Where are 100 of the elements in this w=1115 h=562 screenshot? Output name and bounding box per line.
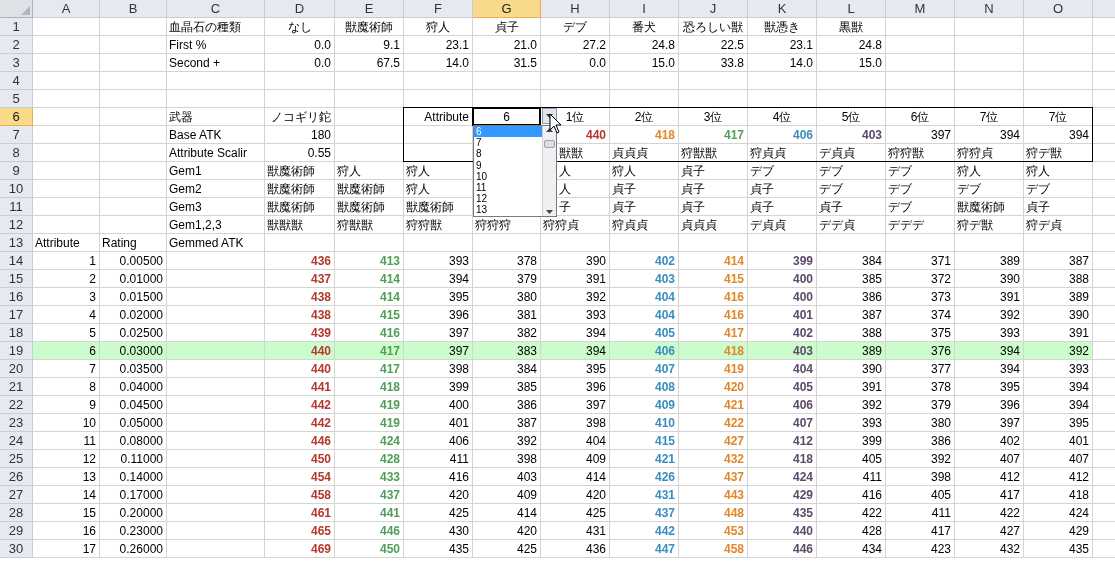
row-header[interactable]: 28 [0, 504, 33, 522]
row-header[interactable]: 12 [0, 216, 33, 234]
table-cell-text: 420 [516, 522, 537, 540]
column-header[interactable]: N [955, 0, 1024, 18]
row-header[interactable]: 21 [0, 378, 33, 396]
table-cell-text: 0.02500 [119, 324, 163, 342]
row-header[interactable]: 20 [0, 360, 33, 378]
table-cell-text: デブ [888, 198, 912, 216]
row-header[interactable]: 3 [0, 54, 33, 72]
empty-cell [955, 18, 1024, 36]
table-cell-text: 417 [930, 522, 951, 540]
column-header[interactable]: A [33, 0, 100, 18]
table-cell-text: Attribute Scalir [169, 144, 248, 162]
table-cell-text: 381 [516, 306, 537, 324]
table-cell-text: 貞子 [681, 180, 705, 198]
dropdown-option[interactable]: 8 [474, 148, 542, 160]
table-cell-text: 0.04500 [119, 396, 163, 414]
dropdown-option[interactable]: 12 [474, 193, 542, 205]
row-header[interactable]: 22 [0, 396, 33, 414]
row-header[interactable]: 4 [0, 72, 33, 90]
column-header[interactable]: J [679, 0, 748, 18]
table-cell-text: 獣魔術師 [267, 162, 315, 180]
column-header[interactable]: B [100, 0, 167, 18]
dropdown-option[interactable]: 7 [474, 137, 542, 149]
table-cell-text: 418 [792, 450, 813, 468]
row-header[interactable]: 2 [0, 36, 33, 54]
row-header[interactable]: 17 [0, 306, 33, 324]
empty-cell [1024, 36, 1093, 54]
row-header[interactable]: 29 [0, 522, 33, 540]
column-header[interactable]: E [335, 0, 404, 18]
scroll-thumb[interactable] [544, 139, 555, 148]
active-cell[interactable]: 6 [472, 107, 541, 126]
row-header[interactable]: 19 [0, 342, 33, 360]
row-header[interactable]: 10 [0, 180, 33, 198]
row-header[interactable]: 24 [0, 432, 33, 450]
column-header[interactable]: O [1024, 0, 1093, 18]
table-cell-text: 413 [379, 252, 400, 270]
corner-triangle-icon [21, 6, 30, 15]
table-cell-text: 397 [999, 414, 1020, 432]
dropdown-option[interactable]: 13 [474, 204, 542, 216]
row-header[interactable]: 6 [0, 108, 33, 126]
table-cell-text: 440 [310, 360, 331, 378]
table-cell-text: 0.01500 [119, 288, 163, 306]
dropdown-list[interactable]: 6 7 8 9 10 11 12 13 [473, 125, 557, 217]
row-header[interactable]: 7 [0, 126, 33, 144]
row-header[interactable]: 30 [0, 540, 33, 558]
table-cell-text: 392 [1068, 342, 1089, 360]
row-header[interactable]: 13 [0, 234, 33, 252]
row-header[interactable]: 5 [0, 90, 33, 108]
table-cell-text: 443 [723, 486, 744, 504]
table-cell-text: 438 [310, 306, 331, 324]
table-cell-text: 453 [723, 522, 744, 540]
column-header[interactable]: G [473, 0, 541, 18]
table-cell-text: 382 [516, 324, 537, 342]
table-cell-text: 415 [723, 270, 744, 288]
table-cell-text: 23.1 [789, 36, 813, 54]
table-cell-text: 394 [448, 270, 469, 288]
table-cell-text: 407 [999, 450, 1020, 468]
table-cell-text: 395 [999, 378, 1020, 396]
column-header[interactable]: C [167, 0, 265, 18]
column-header[interactable]: L [817, 0, 886, 18]
column-header[interactable]: D [265, 0, 335, 18]
table-cell-text: 10 [82, 414, 96, 432]
table-cell-text: 417 [379, 360, 400, 378]
row-header[interactable]: 11 [0, 198, 33, 216]
row-header[interactable]: 26 [0, 468, 33, 486]
table-cell-text: 0.20000 [119, 504, 163, 522]
row-header[interactable]: 23 [0, 414, 33, 432]
row-header[interactable]: 15 [0, 270, 33, 288]
table-cell-text: 388 [861, 324, 882, 342]
table-cell-text: 433 [379, 468, 400, 486]
table-cell-text: 400 [792, 288, 813, 306]
column-header[interactable]: F [404, 0, 473, 18]
dropdown-option[interactable]: 11 [474, 181, 542, 194]
row-header[interactable]: 14 [0, 252, 33, 270]
table-cell-text: 389 [861, 342, 882, 360]
row-header[interactable]: 1 [0, 18, 33, 36]
dropdown-option[interactable]: 10 [474, 170, 542, 182]
table-cell-text: 武器 [169, 108, 193, 126]
scrollbar[interactable] [542, 126, 556, 216]
scroll-down-icon[interactable] [546, 210, 553, 214]
row-header[interactable]: 9 [0, 162, 33, 180]
dropdown-option[interactable]: 9 [474, 159, 542, 171]
row-header[interactable]: 25 [0, 450, 33, 468]
column-header[interactable]: I [610, 0, 679, 18]
table-cell-text: 437 [379, 486, 400, 504]
table-cell-text: 387 [861, 306, 882, 324]
table-cell-text: 番犬 [632, 18, 656, 36]
table-cell-text: 2 [89, 270, 96, 288]
column-header[interactable]: H [541, 0, 610, 18]
row-header[interactable]: 18 [0, 324, 33, 342]
table-cell-text: 432 [723, 450, 744, 468]
table-cell-text: 386 [861, 288, 882, 306]
row-header[interactable]: 16 [0, 288, 33, 306]
table-cell-text: 416 [723, 288, 744, 306]
table-cell-text: 0.11000 [120, 450, 163, 468]
row-header[interactable]: 8 [0, 144, 33, 162]
column-header[interactable]: K [748, 0, 817, 18]
row-header[interactable]: 27 [0, 486, 33, 504]
column-header[interactable]: M [886, 0, 955, 18]
